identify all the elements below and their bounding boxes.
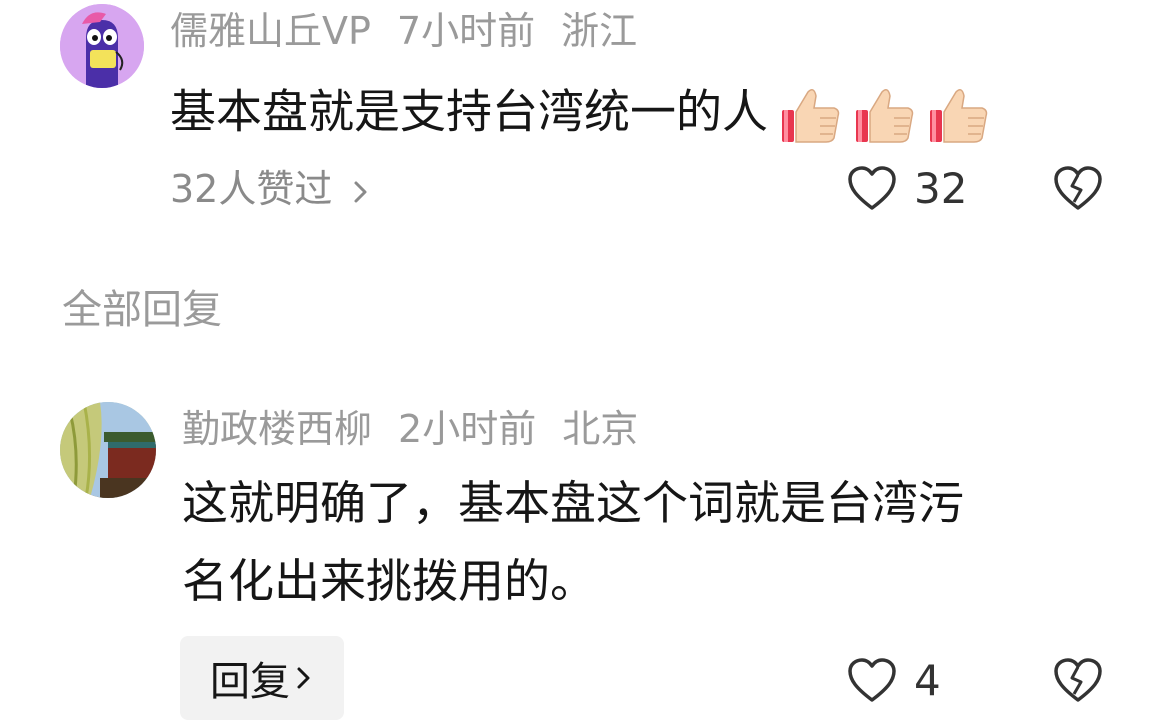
comment-meta: 儒雅山丘VP 7小时前 浙江 (170, 12, 663, 50)
reply-label: 回复 (210, 659, 290, 705)
comment-text: 基本盘就是支持台湾统一的人 (170, 84, 990, 146)
comment-text-line: 这就明确了，基本盘这个词就是台湾污 (182, 476, 964, 530)
heart-icon (848, 166, 896, 210)
cartoon-avatar-icon (60, 4, 144, 88)
heart-icon (848, 658, 896, 702)
comment-meta: 勤政楼西柳 2小时前 北京 (182, 410, 664, 448)
reply-button[interactable]: 回复 (180, 636, 344, 720)
timestamp: 2小时前 (398, 407, 537, 451)
comment-text-content: 基本盘就是支持台湾统一的人 (170, 84, 768, 139)
location: 浙江 (561, 9, 638, 53)
broken-heart-icon (1054, 166, 1102, 210)
username[interactable]: 勤政楼西柳 (182, 407, 372, 451)
section-title: 全部回复 (62, 287, 222, 333)
username[interactable]: 儒雅山丘VP (170, 9, 371, 53)
like-count: 4 (914, 656, 941, 705)
comment-text-line: 名化出来挑拨用的。 (182, 554, 596, 608)
willow-building-photo-icon (60, 402, 156, 498)
avatar[interactable] (60, 402, 156, 498)
dislike-button[interactable] (1052, 656, 1104, 704)
thumbs-up-icon (782, 89, 840, 143)
broken-heart-icon (1054, 658, 1102, 702)
location: 北京 (562, 407, 639, 451)
chevron-right-icon (354, 181, 367, 202)
like-button[interactable] (846, 656, 898, 704)
dislike-button[interactable] (1052, 164, 1104, 212)
liked-by-label: 32人赞过 (170, 167, 333, 211)
avatar[interactable] (60, 4, 144, 88)
thumbs-up-icon (930, 89, 988, 143)
chevron-right-icon (297, 667, 310, 689)
like-count: 32 (914, 164, 968, 213)
thumbs-up-icon (856, 89, 914, 143)
liked-by-link[interactable]: 32人赞过 (170, 170, 372, 208)
timestamp: 7小时前 (396, 9, 536, 53)
like-button[interactable] (846, 164, 898, 212)
